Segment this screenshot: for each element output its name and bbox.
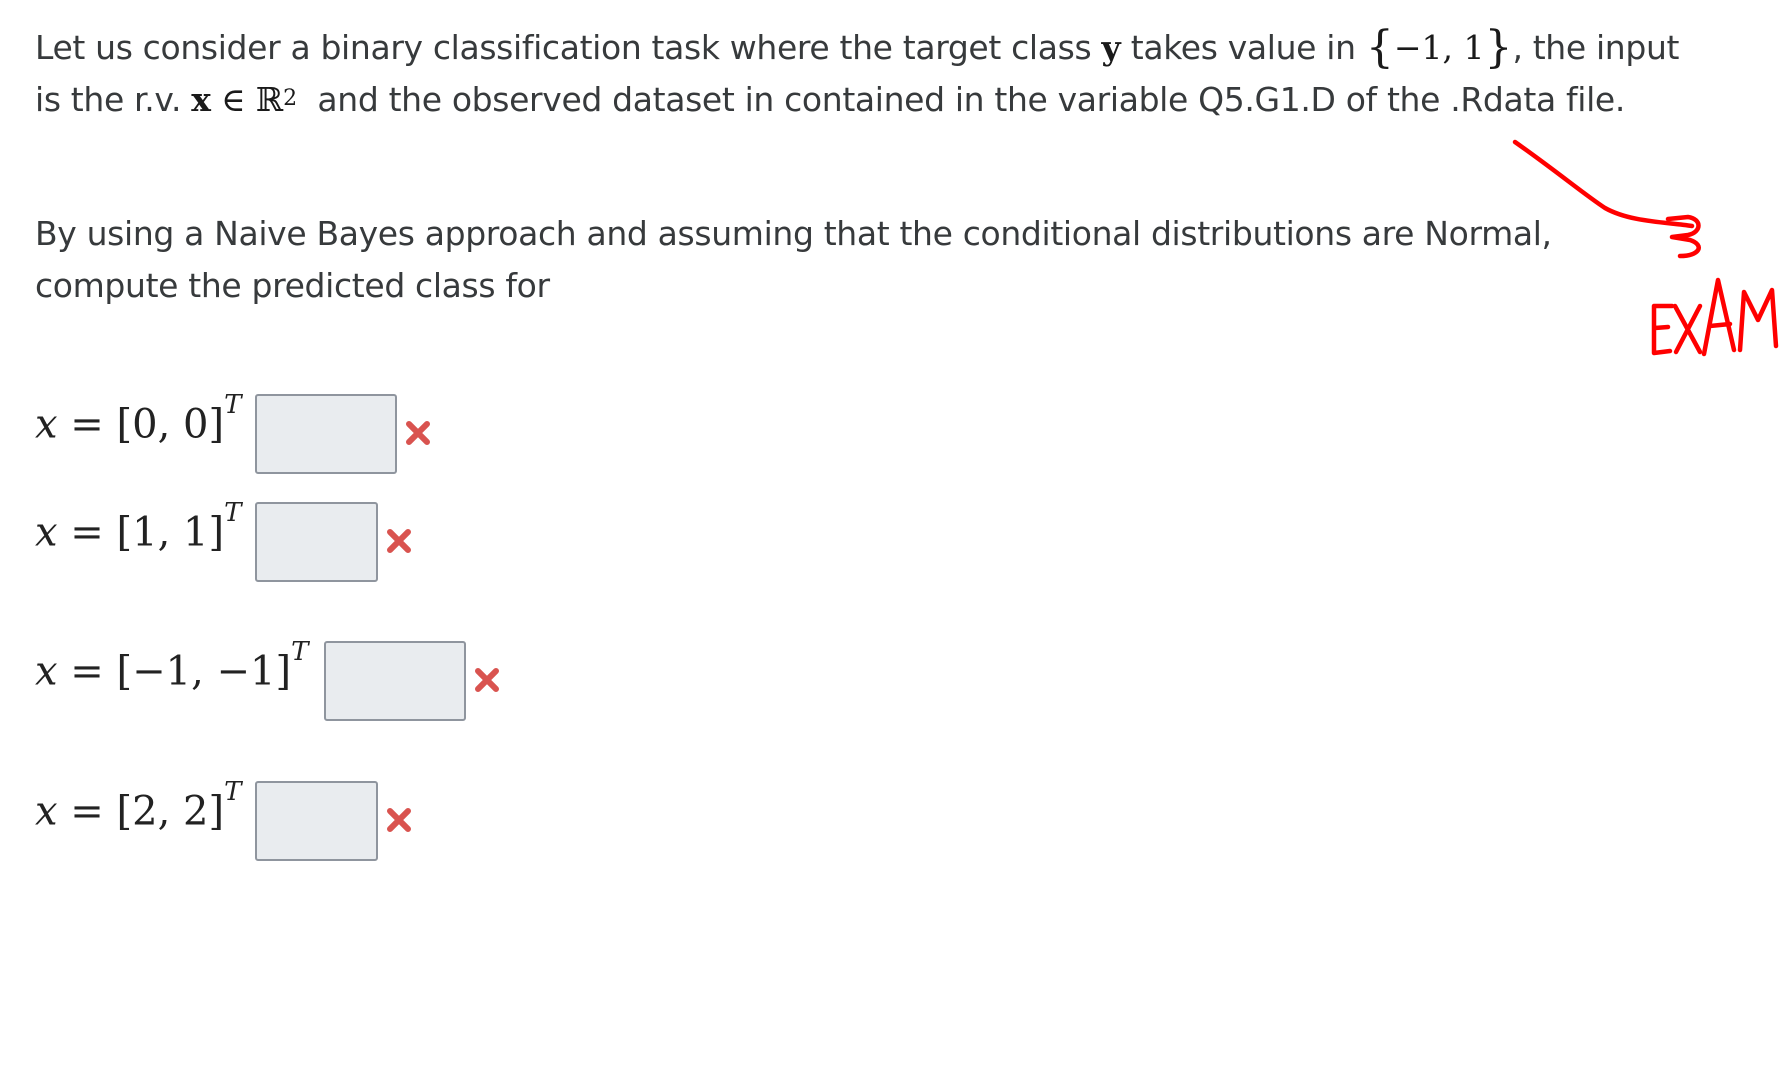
x-variable: x — [35, 401, 58, 448]
x-variable: x — [35, 648, 58, 695]
annotation-arrowhead — [1665, 214, 1701, 259]
instruction-line-2: compute the predicted class for — [35, 266, 550, 305]
intro-text-4: is the r.v. — [35, 80, 182, 119]
instruction-line-1: By using a Naive Bayes approach and assu… — [35, 214, 1552, 253]
transpose-mark: T — [291, 637, 309, 667]
vector-value: = [2, 2] — [70, 788, 225, 835]
intro-line-2: is the r.v. x ∈ ℝ2 and the observed data… — [35, 74, 1679, 131]
annotation-text — [1651, 277, 1779, 357]
vector-value: = [0, 0] — [70, 401, 225, 448]
answer-input-1[interactable] — [255, 394, 397, 474]
answer-input-3[interactable] — [324, 641, 466, 721]
input-variable: x — [191, 80, 211, 119]
answer-row-label: x = [−1, −1]T — [35, 637, 308, 695]
answer-input-4[interactable] — [255, 781, 378, 861]
target-set-values: −1, 1 — [1393, 28, 1485, 67]
question-instruction: By using a Naive Bayes approach and assu… — [35, 208, 1552, 312]
intro-text-5: and the observed dataset in contained in… — [317, 80, 1625, 119]
intro-text-3: , the input — [1512, 28, 1680, 67]
incorrect-icon — [406, 421, 430, 445]
answer-row-label: x = [1, 1]T — [35, 498, 241, 556]
incorrect-icon — [387, 808, 411, 832]
intro-text-2: takes value in — [1130, 28, 1356, 67]
intro-text-1: Let us consider a binary classification … — [35, 28, 1092, 67]
transpose-mark: T — [224, 390, 242, 420]
question-intro: Let us consider a binary classification … — [35, 22, 1679, 131]
target-variable: y — [1101, 28, 1121, 67]
answer-row-label: x = [0, 0]T — [35, 390, 241, 448]
input-dimension: 2 — [283, 86, 298, 111]
target-set: {−1, 1} — [1365, 22, 1513, 73]
answer-row-label: x = [2, 2]T — [35, 777, 241, 835]
incorrect-icon — [387, 529, 411, 553]
x-variable: x — [35, 788, 58, 835]
intro-line-1: Let us consider a binary classification … — [35, 22, 1679, 74]
transpose-mark: T — [224, 498, 242, 528]
incorrect-icon — [475, 668, 499, 692]
transpose-mark: T — [224, 777, 242, 807]
input-space: ℝ2 — [256, 80, 297, 119]
x-variable: x — [35, 509, 58, 556]
vector-value: = [1, 1] — [70, 509, 225, 556]
reals-symbol: ℝ — [255, 80, 284, 119]
vector-value: = [−1, −1] — [70, 648, 292, 695]
element-of-symbol: ∈ — [221, 80, 246, 119]
answer-input-2[interactable] — [255, 502, 378, 582]
